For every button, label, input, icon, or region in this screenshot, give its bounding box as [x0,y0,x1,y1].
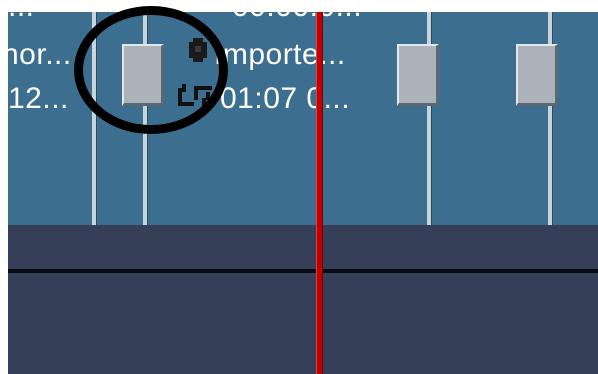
clip-center-timecode: 00:00:0... [232,12,362,24]
clip-trim-handle[interactable] [516,44,558,106]
highlight-circle [74,6,228,134]
clip-left-time: 12... [8,82,69,115]
clip-trim-handle[interactable] [397,44,439,106]
clip-left-name: nor... [8,38,72,71]
clip-center-name: Importe... [214,38,346,71]
clip-left-line1: ... [8,12,35,24]
track-divider [8,269,598,273]
playhead[interactable] [316,12,323,374]
audio-track[interactable] [8,225,598,374]
clip-center-duration: 01:07 0... [220,82,351,115]
